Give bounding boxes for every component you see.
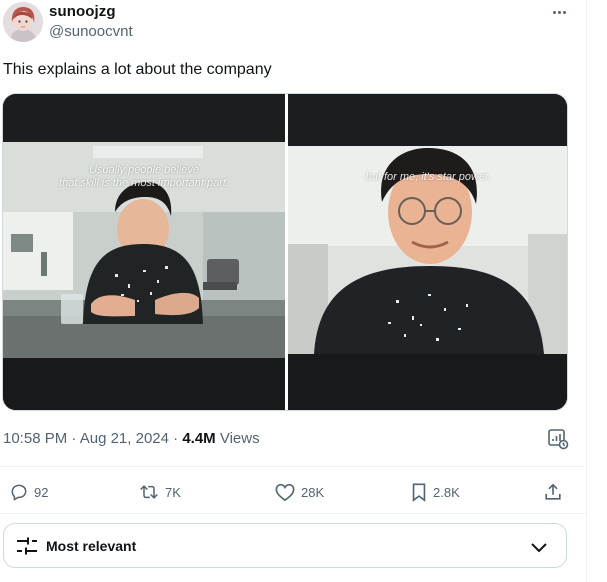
- reply-count: 92: [34, 484, 49, 500]
- share-button[interactable]: [543, 480, 563, 504]
- more-icon[interactable]: [546, 2, 572, 22]
- like-count: 28K: [301, 484, 325, 500]
- media-image-left[interactable]: Usually people believe that skill is the…: [3, 94, 285, 410]
- sort-replies-dropdown[interactable]: Most relevant: [3, 523, 567, 568]
- bookmark-count: 2.8K: [433, 484, 460, 500]
- author-handle[interactable]: @sunoocvnt: [49, 23, 133, 40]
- views-count: 4.4M: [182, 430, 216, 447]
- sort-label: Most relevant: [46, 538, 137, 554]
- like-button[interactable]: 28K: [274, 480, 324, 504]
- divider: [0, 513, 586, 514]
- like-icon: [275, 483, 295, 502]
- tweet-header: sunoojzg @sunoocvnt: [0, 0, 586, 50]
- repost-count: 7K: [165, 484, 181, 500]
- bookmark-button[interactable]: 2.8K: [410, 480, 460, 504]
- tweet-time[interactable]: 10:58 PM: [3, 430, 67, 447]
- tweet-text: This explains a lot about the company: [3, 61, 272, 78]
- subtitle-right: but for me, it's star power.: [365, 171, 492, 183]
- meta-separator: ·: [71, 430, 77, 447]
- media-image-right[interactable]: but for me, it's star power.: [288, 94, 567, 410]
- subtitle-left: Usually people believe that skill is the…: [59, 164, 229, 189]
- bookmark-icon: [412, 483, 426, 502]
- reply-icon: [11, 484, 27, 501]
- analytics-icon[interactable]: [547, 428, 569, 450]
- meta-separator: ·: [173, 430, 179, 447]
- divider: [0, 466, 586, 467]
- share-icon: [545, 483, 561, 500]
- tweet-date[interactable]: Aug 21, 2024: [80, 430, 169, 447]
- column-border: [586, 0, 587, 582]
- tweet-meta: 10:58 PM · Aug 21, 2024 · 4.4M Views: [3, 430, 260, 447]
- author-display-name[interactable]: sunoojzg: [49, 3, 116, 20]
- chevron-down-icon: [528, 537, 550, 557]
- sort-sliders-icon: [16, 536, 38, 556]
- views-label: Views: [219, 430, 260, 447]
- reply-button[interactable]: 92: [9, 480, 48, 504]
- repost-button[interactable]: 7K: [138, 480, 181, 504]
- tweet-media[interactable]: Usually people believe that skill is the…: [2, 93, 568, 411]
- repost-icon: [140, 485, 158, 499]
- avatar[interactable]: [3, 2, 43, 42]
